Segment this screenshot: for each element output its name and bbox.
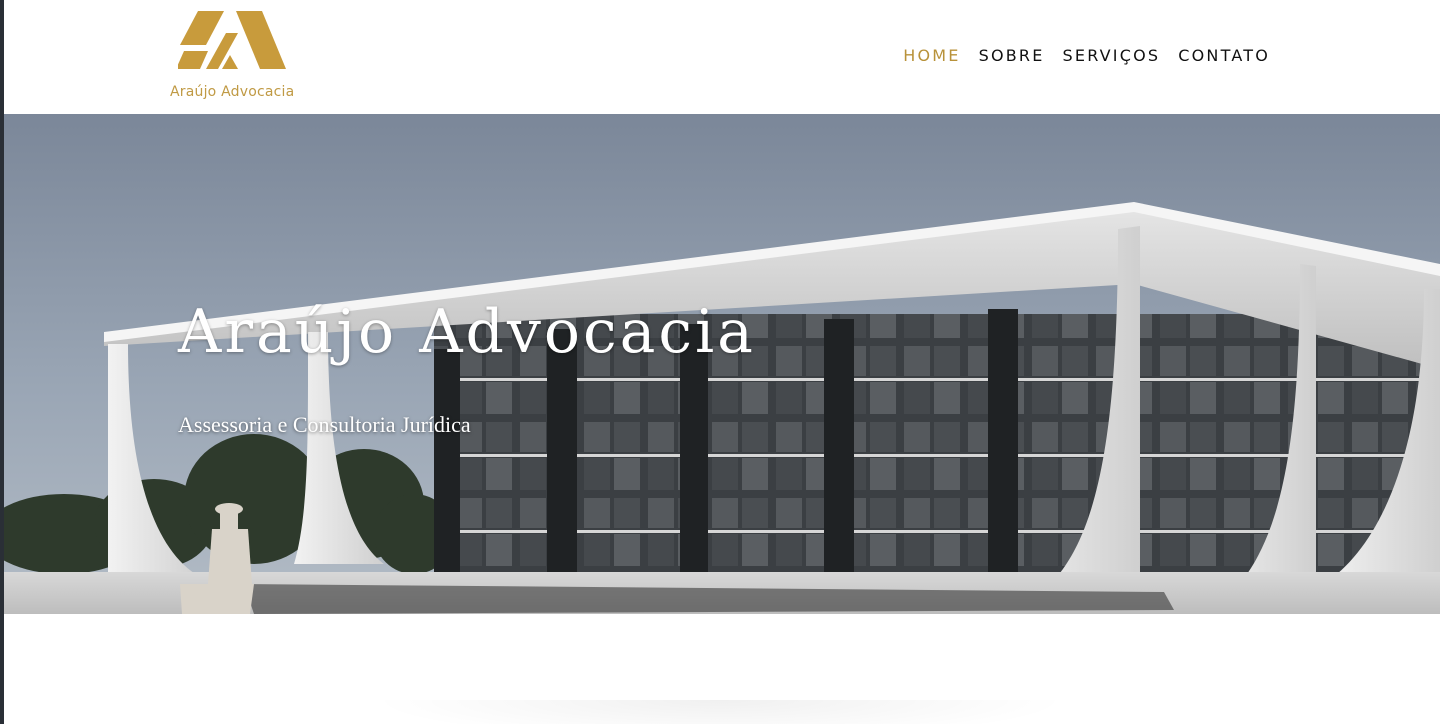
logo-text: Araújo Advocacia (170, 84, 295, 100)
nav-sobre[interactable]: SOBRE (979, 46, 1045, 65)
main-nav: HOME SOBRE SERVIÇOS CONTATO (903, 46, 1270, 65)
logo-link[interactable]: Araújo Advocacia (168, 8, 312, 104)
nav-home[interactable]: HOME (903, 46, 960, 65)
site-header: Araújo Advocacia HOME SOBRE SERVIÇOS CON… (4, 0, 1440, 114)
nav-servicos[interactable]: SERVIÇOS (1063, 46, 1161, 65)
page: Araújo Advocacia HOME SOBRE SERVIÇOS CON… (0, 0, 1440, 724)
nav-contato[interactable]: CONTATO (1178, 46, 1270, 65)
hero-title: Araújo Advocacia (178, 297, 756, 367)
monogram-logo-icon (178, 11, 286, 69)
content-card-shadow (370, 700, 1070, 724)
hero-subtitle: Assessoria e Consultoria Jurídica (178, 412, 471, 437)
hero-banner: Araújo Advocacia Assessoria e Consultori… (4, 114, 1440, 614)
